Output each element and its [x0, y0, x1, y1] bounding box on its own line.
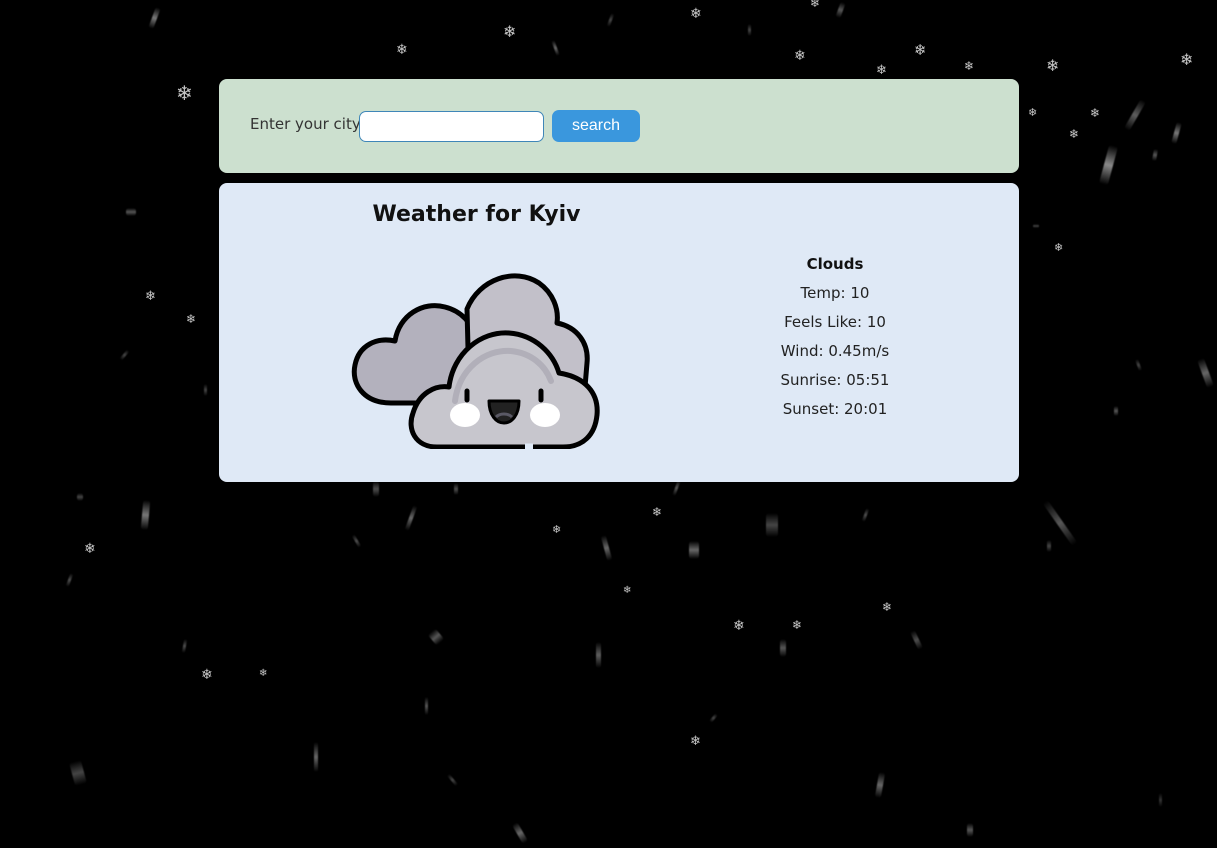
snow-streak	[126, 208, 136, 216]
snow-streak	[140, 499, 150, 531]
snowflake: ❄	[176, 81, 193, 105]
snow-streak	[861, 507, 869, 523]
weather-condition: Clouds	[806, 255, 864, 273]
snow-streak	[118, 349, 130, 361]
snow-streak	[65, 572, 73, 588]
snow-streak	[671, 479, 681, 497]
snow-streak	[780, 639, 786, 657]
snow-streak	[454, 483, 458, 495]
snow-streak	[550, 39, 560, 57]
search-button[interactable]: search	[552, 110, 640, 142]
snowflake: ❄	[145, 288, 156, 304]
snow-streak	[834, 1, 846, 19]
snowflake: ❄	[794, 48, 806, 64]
snowflake: ❄	[552, 522, 562, 536]
snow-streak	[1098, 144, 1118, 186]
snow-streak	[874, 771, 886, 799]
city-label: Enter your city	[250, 115, 361, 133]
snow-streak	[404, 505, 418, 531]
snow-streak	[77, 493, 83, 501]
snowflake: ❄	[1180, 50, 1194, 69]
snow-streak	[747, 24, 751, 36]
snowflake: ❄	[733, 618, 745, 634]
sunset-value: Sunset: 20:01	[782, 400, 888, 418]
snow-streak	[600, 534, 612, 562]
weather-title: Weather for Kyiv	[372, 202, 581, 227]
snow-streak	[1158, 793, 1162, 807]
feels-like-value: Feels Like: 10	[784, 313, 886, 331]
cloudy-face-icon	[351, 273, 600, 449]
weather-details: Clouds Temp: 10 Feels Like: 10 Wind: 0.4…	[735, 250, 935, 424]
temp-value: Temp: 10	[800, 284, 870, 302]
snow-streak	[606, 12, 614, 28]
snowflake: ❄	[1090, 106, 1101, 120]
snow-streak	[967, 823, 973, 837]
snowflake: ❄	[876, 62, 887, 78]
snowflake: ❄	[84, 541, 96, 557]
weather-card: Weather for Kyiv Clouds Temp: 10 Feels L…	[219, 183, 1019, 482]
snowflake: ❄	[652, 505, 663, 519]
snow-streak	[909, 629, 923, 651]
snow-streak	[446, 773, 458, 787]
snow-streak	[1047, 540, 1051, 552]
snow-streak	[595, 642, 601, 668]
snow-streak	[69, 759, 87, 787]
snow-streak	[708, 713, 718, 723]
snowflake: ❄	[259, 668, 268, 679]
snow-streak	[1151, 148, 1159, 162]
search-panel: Enter your city search	[219, 79, 1019, 173]
snowflake: ❄	[1069, 127, 1080, 141]
wind-value: Wind: 0.45m/s	[780, 342, 890, 360]
snowflake: ❄	[1054, 240, 1064, 254]
snowflake: ❄	[810, 0, 821, 10]
sunrise-value: Sunrise: 05:51	[780, 371, 890, 389]
snowflake: ❄	[1046, 56, 1060, 75]
city-input[interactable]	[359, 111, 544, 142]
snow-streak	[1134, 358, 1142, 372]
snow-streak	[1114, 406, 1118, 416]
snow-streak	[424, 697, 428, 715]
snow-streak	[181, 638, 187, 654]
snow-streak	[766, 513, 778, 537]
snowflake: ❄	[882, 600, 893, 614]
snowflake: ❄	[914, 40, 927, 59]
snow-streak	[351, 534, 361, 548]
snowflake: ❄	[623, 585, 632, 596]
snowflake: ❄	[964, 59, 975, 73]
snow-streak	[511, 821, 529, 845]
snow-streak	[203, 384, 207, 396]
snowflake: ❄	[186, 312, 197, 326]
snow-streak	[689, 541, 699, 559]
snowflake: ❄	[690, 733, 701, 749]
snow-streak	[427, 628, 445, 646]
snowflake: ❄	[503, 22, 517, 41]
snowflake: ❄	[690, 6, 702, 22]
snow-streak	[1033, 224, 1039, 228]
snow-streak	[1042, 499, 1078, 547]
snowflake: ❄	[201, 667, 213, 683]
snowflake: ❄	[396, 42, 408, 58]
snowflake: ❄	[792, 618, 803, 632]
snowflake: ❄	[1028, 105, 1038, 119]
snow-streak	[1196, 357, 1214, 389]
snow-streak	[1123, 98, 1147, 132]
snow-streak	[1170, 121, 1182, 145]
snow-streak	[147, 6, 161, 30]
snow-streak	[373, 481, 379, 497]
snow-streak	[314, 742, 318, 772]
